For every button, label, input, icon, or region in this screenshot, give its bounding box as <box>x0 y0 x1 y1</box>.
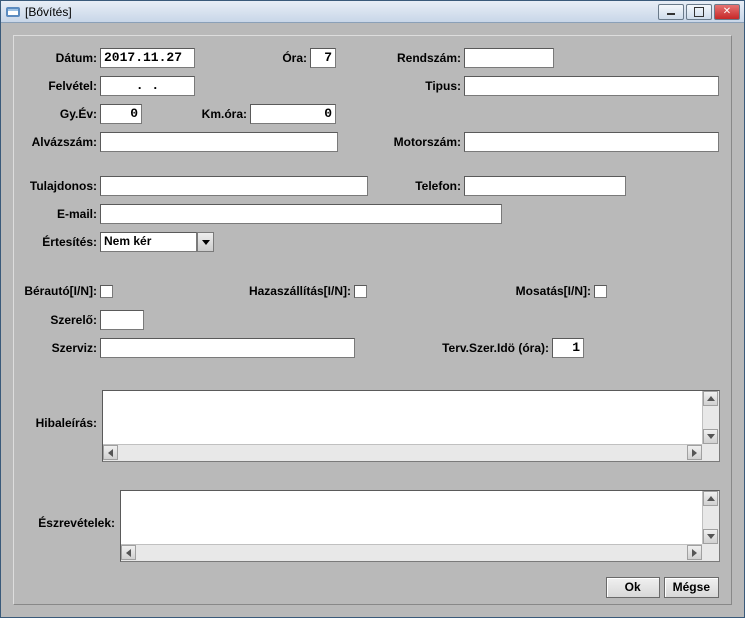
arrow-left-icon[interactable] <box>103 445 118 460</box>
label-ora: Óra: <box>270 51 310 65</box>
label-felvetel: Felvétel: <box>14 79 100 93</box>
mosatas-checkbox[interactable] <box>594 285 607 298</box>
gyev-field[interactable]: 0 <box>100 104 142 124</box>
cancel-button[interactable]: Mégse <box>664 577 719 598</box>
label-gyev: Gy.Év: <box>14 107 100 121</box>
label-rendszam: Rendszám: <box>374 51 464 65</box>
berauto-checkbox[interactable] <box>100 285 113 298</box>
tervszerido-field[interactable]: 1 <box>552 338 584 358</box>
tipus-field[interactable] <box>464 76 719 96</box>
email-field[interactable] <box>100 204 502 224</box>
chevron-down-icon[interactable] <box>197 232 214 252</box>
scrollbar-corner <box>702 444 719 461</box>
arrow-down-icon[interactable] <box>703 429 718 444</box>
arrow-up-icon[interactable] <box>703 491 718 506</box>
button-bar: Ok Mégse <box>606 577 719 598</box>
motorszam-field[interactable] <box>464 132 719 152</box>
window-frame: [Bővítés] Dátum: 2017.11.27 Óra: 7 Rends… <box>0 0 745 618</box>
arrow-down-icon[interactable] <box>703 529 718 544</box>
label-hibaleiras: Hibaleírás: <box>14 416 100 430</box>
label-eszrevetelek: Észrevételek: <box>14 516 118 530</box>
label-berauto: Bérautó[I/N]: <box>14 284 100 298</box>
eszrevetelek-content[interactable] <box>121 491 702 544</box>
eszrevetelek-textarea[interactable] <box>120 490 720 562</box>
label-alvazszam: Alvázszám: <box>14 135 100 149</box>
felvetel-field[interactable]: . . <box>100 76 195 96</box>
label-szerviz: Szerviz: <box>14 341 100 355</box>
alvazszam-field[interactable] <box>100 132 338 152</box>
hazaszallitas-checkbox[interactable] <box>354 285 367 298</box>
scrollbar-horizontal[interactable] <box>121 544 702 561</box>
titlebar[interactable]: [Bővítés] <box>1 1 744 23</box>
label-mosatas: Mosatás[I/N]: <box>504 284 594 298</box>
ertesites-combo[interactable]: Nem kér <box>100 232 214 252</box>
client-area: Dátum: 2017.11.27 Óra: 7 Rendszám: Felvé… <box>1 23 744 617</box>
scrollbar-vertical[interactable] <box>702 391 719 444</box>
label-tervszerido: Terv.Szer.Idö (óra): <box>414 341 552 355</box>
datum-field[interactable]: 2017.11.27 <box>100 48 195 68</box>
label-datum: Dátum: <box>14 51 100 65</box>
label-telefon: Telefon: <box>404 179 464 193</box>
minimize-button[interactable] <box>658 4 684 20</box>
app-icon <box>5 4 21 20</box>
maximize-button[interactable] <box>686 4 712 20</box>
label-motorszam: Motorszám: <box>374 135 464 149</box>
label-ertesites: Értesítés: <box>14 235 100 249</box>
hibaleiras-textarea[interactable] <box>102 390 720 462</box>
telefon-field[interactable] <box>464 176 626 196</box>
label-kmora: Km.óra: <box>190 107 250 121</box>
close-button[interactable] <box>714 4 740 20</box>
ora-field[interactable]: 7 <box>310 48 336 68</box>
ertesites-value[interactable]: Nem kér <box>100 232 197 252</box>
window-title: [Bővítés] <box>25 5 658 19</box>
scrollbar-horizontal[interactable] <box>103 444 702 461</box>
kmora-field[interactable]: 0 <box>250 104 336 124</box>
label-hazaszallitas: Hazaszállítás[I/N]: <box>224 284 354 298</box>
ok-button[interactable]: Ok <box>606 577 660 598</box>
rendszam-field[interactable] <box>464 48 554 68</box>
szerviz-field[interactable] <box>100 338 355 358</box>
label-tulajdonos: Tulajdonos: <box>14 179 100 193</box>
arrow-up-icon[interactable] <box>703 391 718 406</box>
hibaleiras-content[interactable] <box>103 391 702 444</box>
scrollbar-corner <box>702 544 719 561</box>
arrow-right-icon[interactable] <box>687 545 702 560</box>
scrollbar-vertical[interactable] <box>702 491 719 544</box>
tulajdonos-field[interactable] <box>100 176 368 196</box>
szerelo-field[interactable] <box>100 310 144 330</box>
form-panel: Dátum: 2017.11.27 Óra: 7 Rendszám: Felvé… <box>13 35 732 605</box>
label-email: E-mail: <box>14 207 100 221</box>
arrow-right-icon[interactable] <box>687 445 702 460</box>
label-szerelo: Szerelő: <box>14 313 100 327</box>
label-tipus: Tipus: <box>374 79 464 93</box>
arrow-left-icon[interactable] <box>121 545 136 560</box>
